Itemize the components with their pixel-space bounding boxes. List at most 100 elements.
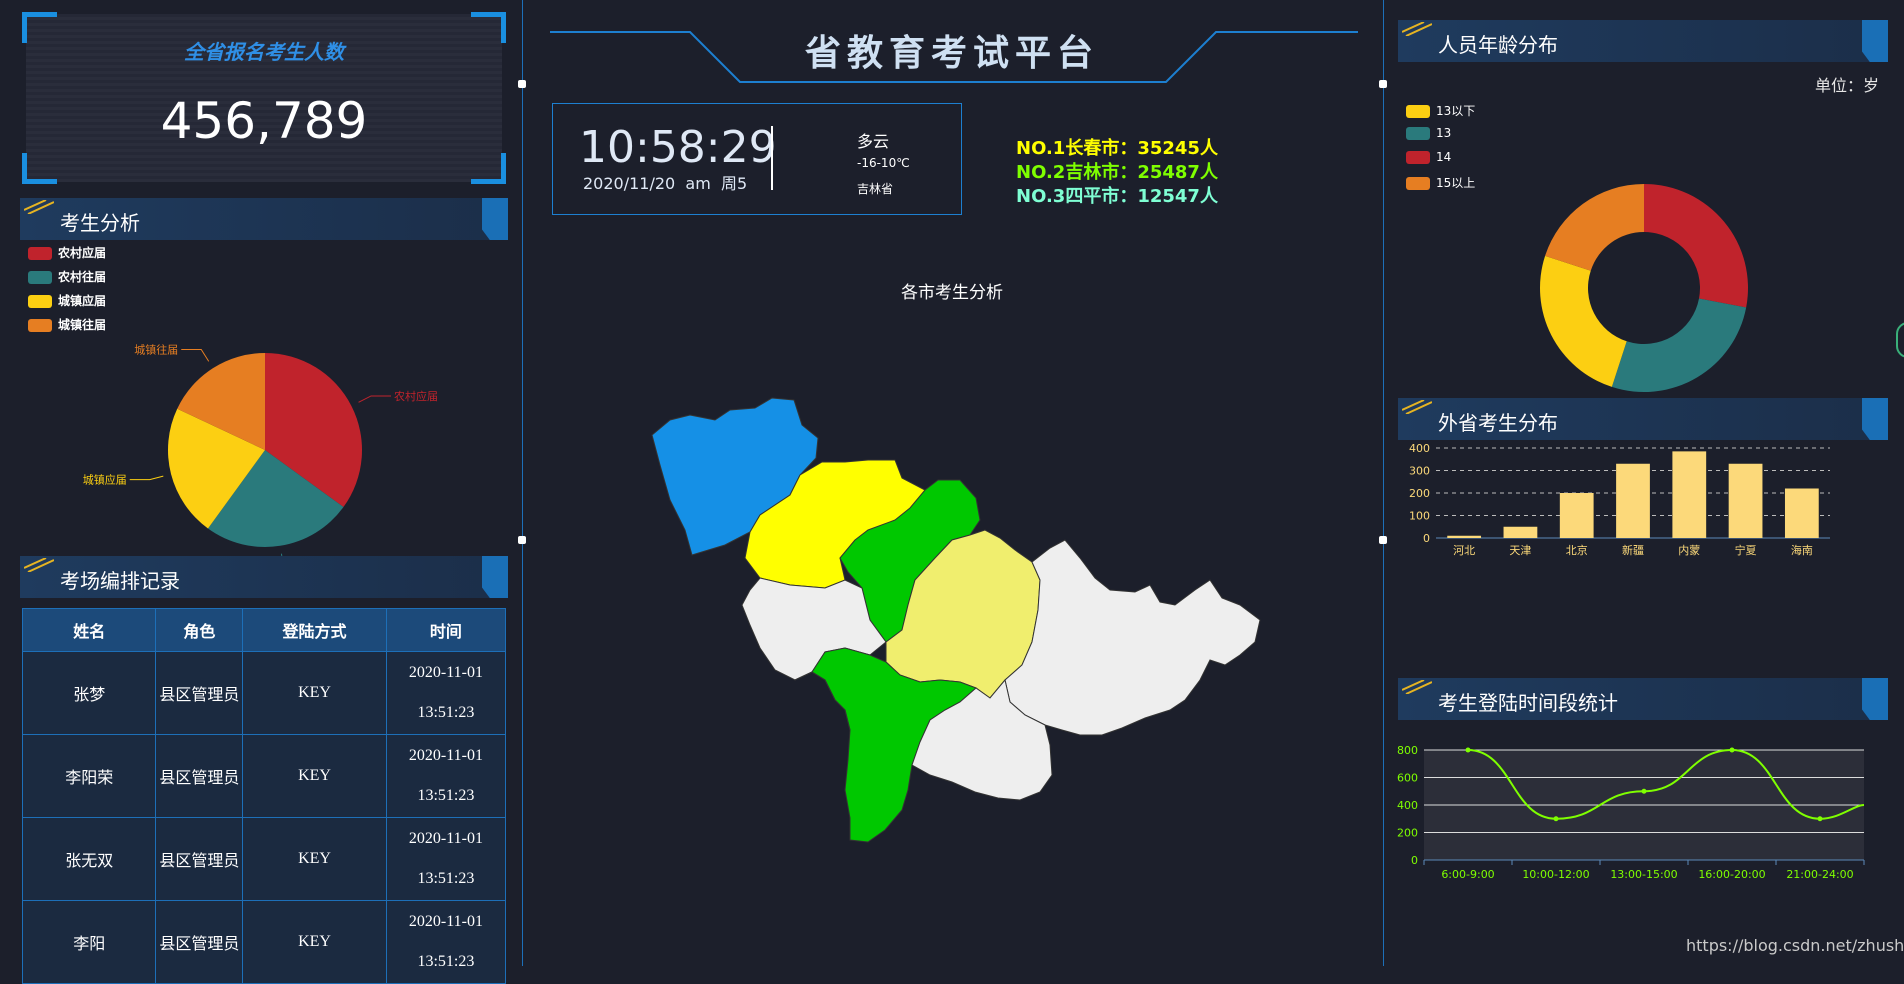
pie-label-line (129, 475, 164, 481)
bar[interactable] (1672, 451, 1707, 538)
legend-label: 14 (1436, 150, 1452, 164)
x-tick-label: 河北 (1453, 544, 1475, 557)
divider-handle (518, 80, 526, 88)
table-row[interactable]: 李阳 县区管理员 KEY 2020-11-01 13:51:23 (21, 900, 507, 984)
age-unit-label: 单位：岁 (1815, 76, 1880, 95)
y-tick-label: 300 (1409, 465, 1430, 478)
x-tick-label: 海南 (1791, 543, 1813, 557)
cell-role: 县区管理员 (155, 817, 244, 901)
section-title: 考场编排记录 (60, 569, 180, 593)
section-title: 外省考生分布 (1438, 411, 1558, 435)
section-tab (1862, 678, 1888, 720)
data-point[interactable] (1553, 816, 1559, 822)
province-map (651, 397, 1261, 843)
ranking-item: NO.3四平市：12547人 (1016, 186, 1218, 207)
section-title: 考生分析 (60, 211, 140, 235)
slash-decoration-icon (1402, 680, 1432, 694)
y-tick-label: 0 (1423, 532, 1430, 545)
legend-swatch (1406, 177, 1430, 190)
table-row[interactable]: 张无双 县区管理员 KEY 2020-11-01 13:51:23 (21, 817, 507, 901)
y-tick-label: 200 (1397, 827, 1418, 840)
legend-swatch (1406, 151, 1430, 164)
column-header[interactable]: 时间 (385, 608, 507, 652)
y-tick-label: 100 (1409, 510, 1430, 523)
cell-role: 县区管理员 (155, 651, 244, 735)
cell-date: 2020-11-01 (408, 747, 483, 764)
watermark: https://blog.csdn.net/zhushijei (1686, 936, 1904, 955)
section-header-exam-records: 考场编排记录 (20, 556, 508, 598)
divider-handle (518, 536, 526, 544)
y-tick-label: 800 (1397, 744, 1418, 757)
candidate-pie-chart: 农村应届农村往届城镇应届城镇往届 (83, 343, 438, 570)
donut-slice[interactable] (1545, 184, 1644, 271)
slash-decoration-icon (24, 200, 54, 214)
cell-time: 2020-11-01 13:51:23 (385, 900, 507, 984)
legend-swatch (28, 319, 52, 332)
data-point[interactable] (1817, 816, 1823, 822)
bar[interactable] (1447, 535, 1482, 538)
legend-item[interactable]: 15以上 (1406, 174, 1475, 191)
cell-name: 张梦 (21, 651, 157, 735)
x-tick-label: 内蒙 (1678, 543, 1700, 557)
x-tick-label: 16:00-20:00 (1698, 868, 1765, 881)
x-tick-label: 21:00-24:00 (1786, 868, 1853, 881)
donut-slice[interactable] (1611, 298, 1747, 393)
other-province-bar-chart: 0 100 200 300 400 河北 天津 北京 新疆 内蒙 宁夏 海南 (1409, 442, 1830, 557)
x-tick-label: 6:00-9:00 (1441, 868, 1494, 881)
legend-item[interactable]: 13 (1406, 126, 1451, 140)
table-row[interactable]: 李阳荣 县区管理员 KEY 2020-11-01 13:51:23 (21, 734, 507, 818)
bar[interactable] (1784, 488, 1819, 539)
bar[interactable] (1616, 463, 1650, 538)
legend-item[interactable]: 农村应届 (28, 244, 106, 261)
cell-clock: 13:51:23 (417, 953, 475, 970)
ranking-item: NO.1长春市：35245人 (1016, 138, 1218, 159)
map-region-yanbian[interactable] (1004, 539, 1261, 736)
scroll-handle-icon[interactable] (1896, 322, 1904, 358)
exam-records-table: 姓名 角色 登陆方式 时间 张梦 县区管理员 KEY 2020-11-01 13:… (21, 608, 507, 984)
table-header-row: 姓名 角色 登陆方式 时间 (21, 608, 507, 652)
donut-slice[interactable] (1644, 184, 1748, 308)
total-candidates-value: 456,789 (160, 92, 368, 150)
legend-swatch (1406, 105, 1430, 118)
section-header-other-province: 外省考生分布 (1398, 398, 1888, 440)
column-header[interactable]: 姓名 (21, 608, 157, 652)
data-point[interactable] (1465, 747, 1471, 753)
right-divider (1383, 0, 1384, 966)
section-header-login-time: 考生登陆时间段统计 (1398, 678, 1888, 720)
section-header-candidate-analysis: 考生分析 (20, 198, 508, 240)
legend-label: 农村应届 (58, 246, 107, 260)
pie-label: 农村应届 (394, 389, 438, 403)
legend-item[interactable]: 14 (1406, 150, 1451, 164)
legend-swatch (28, 247, 52, 260)
pie-label-line (181, 349, 210, 362)
cell-time: 2020-11-01 13:51:23 (385, 734, 507, 818)
column-header[interactable]: 角色 (155, 608, 244, 652)
divider-handle (1379, 536, 1387, 544)
cell-name: 李阳 (21, 900, 157, 984)
section-title: 考生登陆时间段统计 (1438, 691, 1618, 715)
y-tick-label: 400 (1409, 442, 1430, 455)
weather-temperature: -16-10℃ (857, 156, 910, 170)
corner-decoration (22, 153, 57, 184)
section-tab (1862, 20, 1888, 62)
x-tick-label: 北京 (1566, 543, 1588, 557)
data-point[interactable] (1641, 788, 1647, 794)
section-title: 人员年龄分布 (1438, 33, 1558, 57)
cell-method: KEY (242, 734, 387, 818)
bar[interactable] (1559, 493, 1594, 538)
bar[interactable] (1503, 526, 1538, 538)
weather-condition: 多云 (857, 132, 890, 151)
bar[interactable] (1728, 463, 1763, 538)
y-tick-label: 600 (1397, 772, 1418, 785)
data-point[interactable] (1729, 747, 1735, 753)
corner-decoration (471, 153, 506, 184)
y-tick-label: 0 (1411, 854, 1418, 867)
cell-role: 县区管理员 (155, 734, 244, 818)
clock-divider (771, 126, 773, 190)
legend-item[interactable]: 13以下 (1406, 102, 1475, 119)
clock-date: 2020/11/20 am 周5 (583, 174, 748, 193)
column-header[interactable]: 登陆方式 (242, 608, 387, 652)
donut-slice[interactable] (1540, 255, 1627, 387)
cell-time: 2020-11-01 13:51:23 (385, 651, 507, 735)
table-row[interactable]: 张梦 县区管理员 KEY 2020-11-01 13:51:23 (21, 651, 507, 735)
